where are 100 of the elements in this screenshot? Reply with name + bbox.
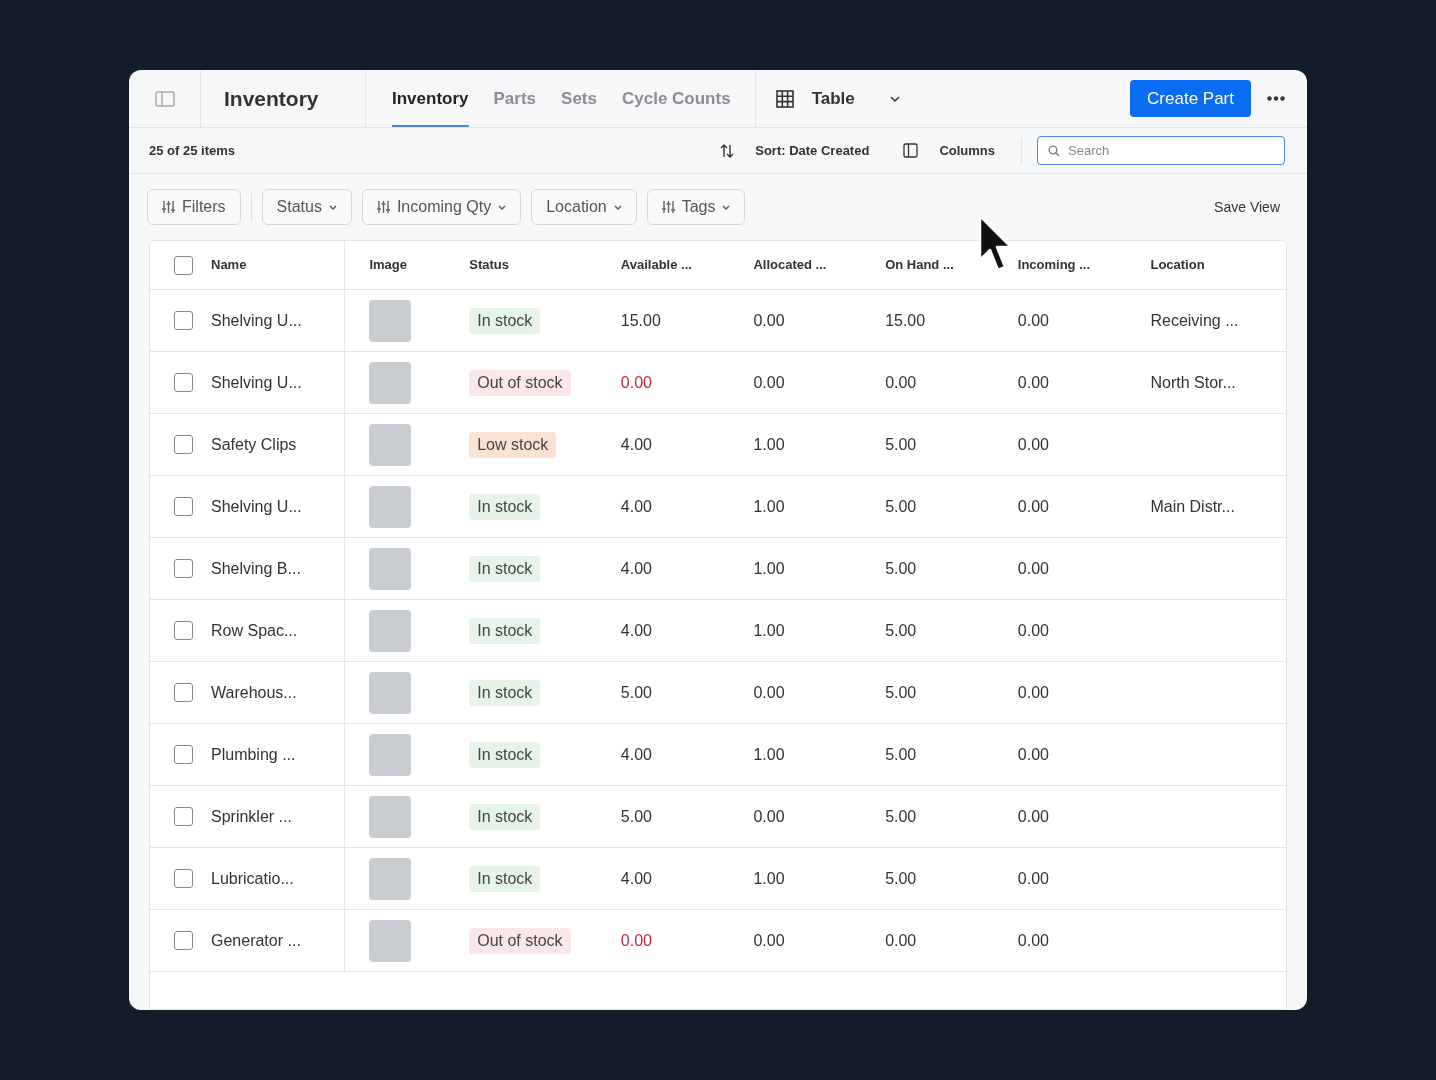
save-view-button[interactable]: Save View [1214, 196, 1280, 218]
table-cell-text: 0.00 [1017, 682, 1049, 703]
table-cell-text: 5.00 [620, 806, 652, 827]
create-part-button[interactable]: Create Part [1130, 80, 1251, 117]
status-badge: In stock [469, 555, 541, 582]
table-cell-text: 5.00 [620, 682, 652, 703]
column-header: Image [369, 256, 408, 275]
table-cell-text: 0.00 [1017, 744, 1049, 765]
filter-button[interactable]: Location [531, 189, 637, 225]
sliders-icon [661, 200, 675, 214]
table-cell-text: 5.00 [885, 744, 917, 765]
part-name: Shelving U... [211, 496, 302, 517]
table-cell-text: 4.00 [620, 434, 652, 455]
table-cell-text: 4.00 [620, 744, 652, 765]
part-name: Warehous... [211, 682, 297, 703]
status-badge: In stock [469, 803, 541, 830]
checkbox[interactable] [174, 373, 193, 392]
checkbox[interactable] [174, 255, 193, 275]
column-header: On Hand ... [885, 256, 954, 275]
chevron-down-icon [613, 203, 622, 211]
checkbox[interactable] [174, 559, 193, 578]
table-cell-text: 15.00 [620, 310, 661, 331]
status-badge: Out of stock [469, 927, 571, 954]
table-cell-text: Main Distr... [1150, 496, 1235, 517]
sidebar-toggle-icon[interactable] [154, 90, 175, 107]
view-selector[interactable]: Table [811, 85, 901, 112]
column-header: Incoming ... [1017, 256, 1090, 275]
column-header: Allocated ... [753, 256, 827, 275]
part-name: Plumbing ... [211, 744, 296, 765]
table-cell-text: 0.00 [885, 372, 917, 393]
checkbox[interactable] [174, 931, 193, 950]
table-cell-text: 0.00 [1017, 434, 1049, 455]
chevron-down-icon [888, 93, 901, 104]
part-name: Lubricatio... [211, 868, 294, 889]
search-field[interactable]: Search [1037, 136, 1285, 165]
photo-placeholder [369, 547, 412, 590]
more-options-icon[interactable] [1267, 96, 1285, 101]
filter-button[interactable]: Status [261, 189, 352, 225]
item-count: 25 of 25 items [149, 141, 235, 160]
page-title: Inventory [224, 85, 319, 112]
table-cell-text: 0.00 [1017, 558, 1049, 579]
checkbox[interactable] [174, 497, 193, 516]
photo-placeholder [369, 733, 412, 776]
photo-placeholder [369, 857, 412, 900]
column-header: Status [469, 256, 509, 275]
table-cell-text: 5.00 [885, 620, 917, 641]
table-cell-text: 0.00 [1017, 372, 1049, 393]
status-badge: In stock [469, 307, 541, 334]
table-cell-text: 1.00 [753, 496, 785, 517]
checkbox[interactable] [174, 745, 193, 764]
table-cell-text: 0.00 [753, 806, 785, 827]
checkbox[interactable] [174, 435, 193, 454]
status-badge: In stock [469, 493, 541, 520]
table-cell-text: 1.00 [753, 434, 785, 455]
photo-placeholder [369, 795, 412, 838]
columns-icon [903, 143, 919, 158]
table-cell-text: 0.00 [753, 310, 785, 331]
part-name: Generator ... [211, 930, 301, 951]
status-badge: In stock [469, 865, 541, 892]
checkbox[interactable] [174, 311, 193, 330]
table-cell-text: 4.00 [620, 558, 652, 579]
status-badge: Out of stock [469, 369, 571, 396]
table-cell-text: 5.00 [885, 434, 917, 455]
table-cell-text: 15.00 [885, 310, 926, 331]
filter-button[interactable]: Filters [147, 189, 241, 225]
table-cell-text: 0.00 [753, 682, 785, 703]
table-cell-text: 0.00 [1017, 868, 1049, 889]
checkbox[interactable] [174, 869, 193, 888]
part-name: Shelving U... [211, 372, 302, 393]
table-cell-text: 4.00 [620, 620, 652, 641]
part-name: Safety Clips [211, 434, 297, 455]
checkbox[interactable] [174, 621, 193, 640]
columns-button[interactable]: Columns [939, 140, 995, 161]
photo-placeholder [369, 609, 412, 652]
checkbox[interactable] [174, 683, 193, 702]
column-header: Name [211, 256, 247, 275]
photo-placeholder [369, 671, 412, 714]
nav-tab[interactable]: Inventory [392, 70, 469, 127]
filter-button[interactable]: Tags [646, 189, 746, 225]
table-cell-text: 0.00 [1017, 496, 1049, 517]
chevron-down-icon [498, 203, 507, 211]
search-icon [1048, 145, 1060, 157]
photo-placeholder [369, 361, 412, 404]
table-cell-text: 1.00 [753, 558, 785, 579]
table-cell-text: 5.00 [885, 868, 917, 889]
checkbox[interactable] [174, 807, 193, 826]
table-cell-text: 0.00 [885, 930, 917, 951]
chevron-down-icon [328, 203, 337, 211]
table-cell-text: 4.00 [620, 496, 652, 517]
sliders-icon [162, 200, 175, 214]
column-header: Location [1150, 256, 1205, 275]
table-cell-text: 0.00 [1017, 806, 1049, 827]
table-cell-text: 0.00 [753, 930, 785, 951]
table-cell-text: 1.00 [753, 744, 785, 765]
table-cell-text: 0.00 [1017, 620, 1049, 641]
filter-button[interactable]: Incoming Qty [361, 189, 522, 225]
sort-button[interactable]: Sort: Date Created [755, 140, 870, 161]
table-cell-text: 5.00 [885, 558, 917, 579]
sliders-icon [376, 200, 390, 214]
table-cell-text: 0.00 [1017, 310, 1049, 331]
